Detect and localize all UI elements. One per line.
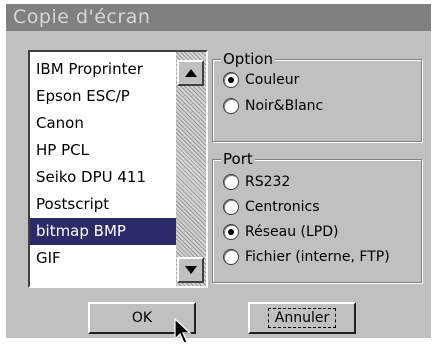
printer-listbox[interactable]: IBM Proprinter Epson ESC/P Canon HP PCL … <box>28 50 208 288</box>
radio-label: RS232 <box>245 174 291 190</box>
list-item[interactable]: Postscript <box>30 191 176 218</box>
screenshot-dialog: Copie d'écran IBM Proprinter Epson ESC/P… <box>6 4 431 338</box>
cancel-button-label: Annuler <box>267 308 337 328</box>
radio-button[interactable] <box>223 199 239 215</box>
port-group: Port RS232 Centronics Réseau (LPD) Fichi… <box>212 150 422 283</box>
dialog-title: Copie d'écran <box>13 6 151 28</box>
radio-label: Couleur <box>245 72 300 88</box>
radio-port-fichier[interactable]: Fichier (interne, FTP) <box>223 247 390 267</box>
radio-label: Centronics <box>245 199 320 215</box>
radio-button-checked[interactable] <box>223 224 239 240</box>
list-item[interactable]: IBM Proprinter <box>30 56 176 83</box>
port-group-legend: Port <box>221 150 255 168</box>
scroll-up-button[interactable] <box>177 60 204 86</box>
list-scrollbar[interactable] <box>176 52 206 286</box>
list-item[interactable]: Canon <box>30 110 176 137</box>
list-item[interactable]: Epson ESC/P <box>30 83 176 110</box>
cancel-button[interactable]: Annuler <box>248 302 356 334</box>
triangle-up-icon <box>184 69 197 77</box>
radio-port-centronics[interactable]: Centronics <box>223 197 320 217</box>
radio-port-rs232[interactable]: RS232 <box>223 172 290 192</box>
radio-label: Fichier (interne, FTP) <box>245 249 390 265</box>
radio-option-couleur[interactable]: Couleur <box>223 70 299 90</box>
option-group-legend: Option <box>221 50 276 68</box>
radio-option-noir-blanc[interactable]: Noir&Blanc <box>223 96 323 116</box>
radio-label: Noir&Blanc <box>245 98 324 114</box>
list-item-selected[interactable]: bitmap BMP <box>30 218 176 245</box>
radio-button[interactable] <box>223 249 239 265</box>
radio-port-reseau[interactable]: Réseau (LPD) <box>223 222 338 242</box>
triangle-down-icon <box>184 266 197 274</box>
list-item[interactable]: HP PCL <box>30 137 176 164</box>
scroll-down-button[interactable] <box>177 257 204 283</box>
printer-list: IBM Proprinter Epson ESC/P Canon HP PCL … <box>30 52 176 286</box>
title-bar[interactable]: Copie d'écran <box>6 4 431 31</box>
list-item[interactable]: GIF <box>30 245 176 272</box>
mouse-cursor-icon <box>174 318 192 344</box>
radio-button[interactable] <box>223 98 239 114</box>
radio-label: Réseau (LPD) <box>245 224 339 240</box>
list-item[interactable]: Seiko DPU 411 <box>30 164 176 191</box>
radio-button-checked[interactable] <box>223 72 239 88</box>
radio-button[interactable] <box>223 174 239 190</box>
option-group: Option Couleur Noir&Blanc <box>212 50 422 142</box>
